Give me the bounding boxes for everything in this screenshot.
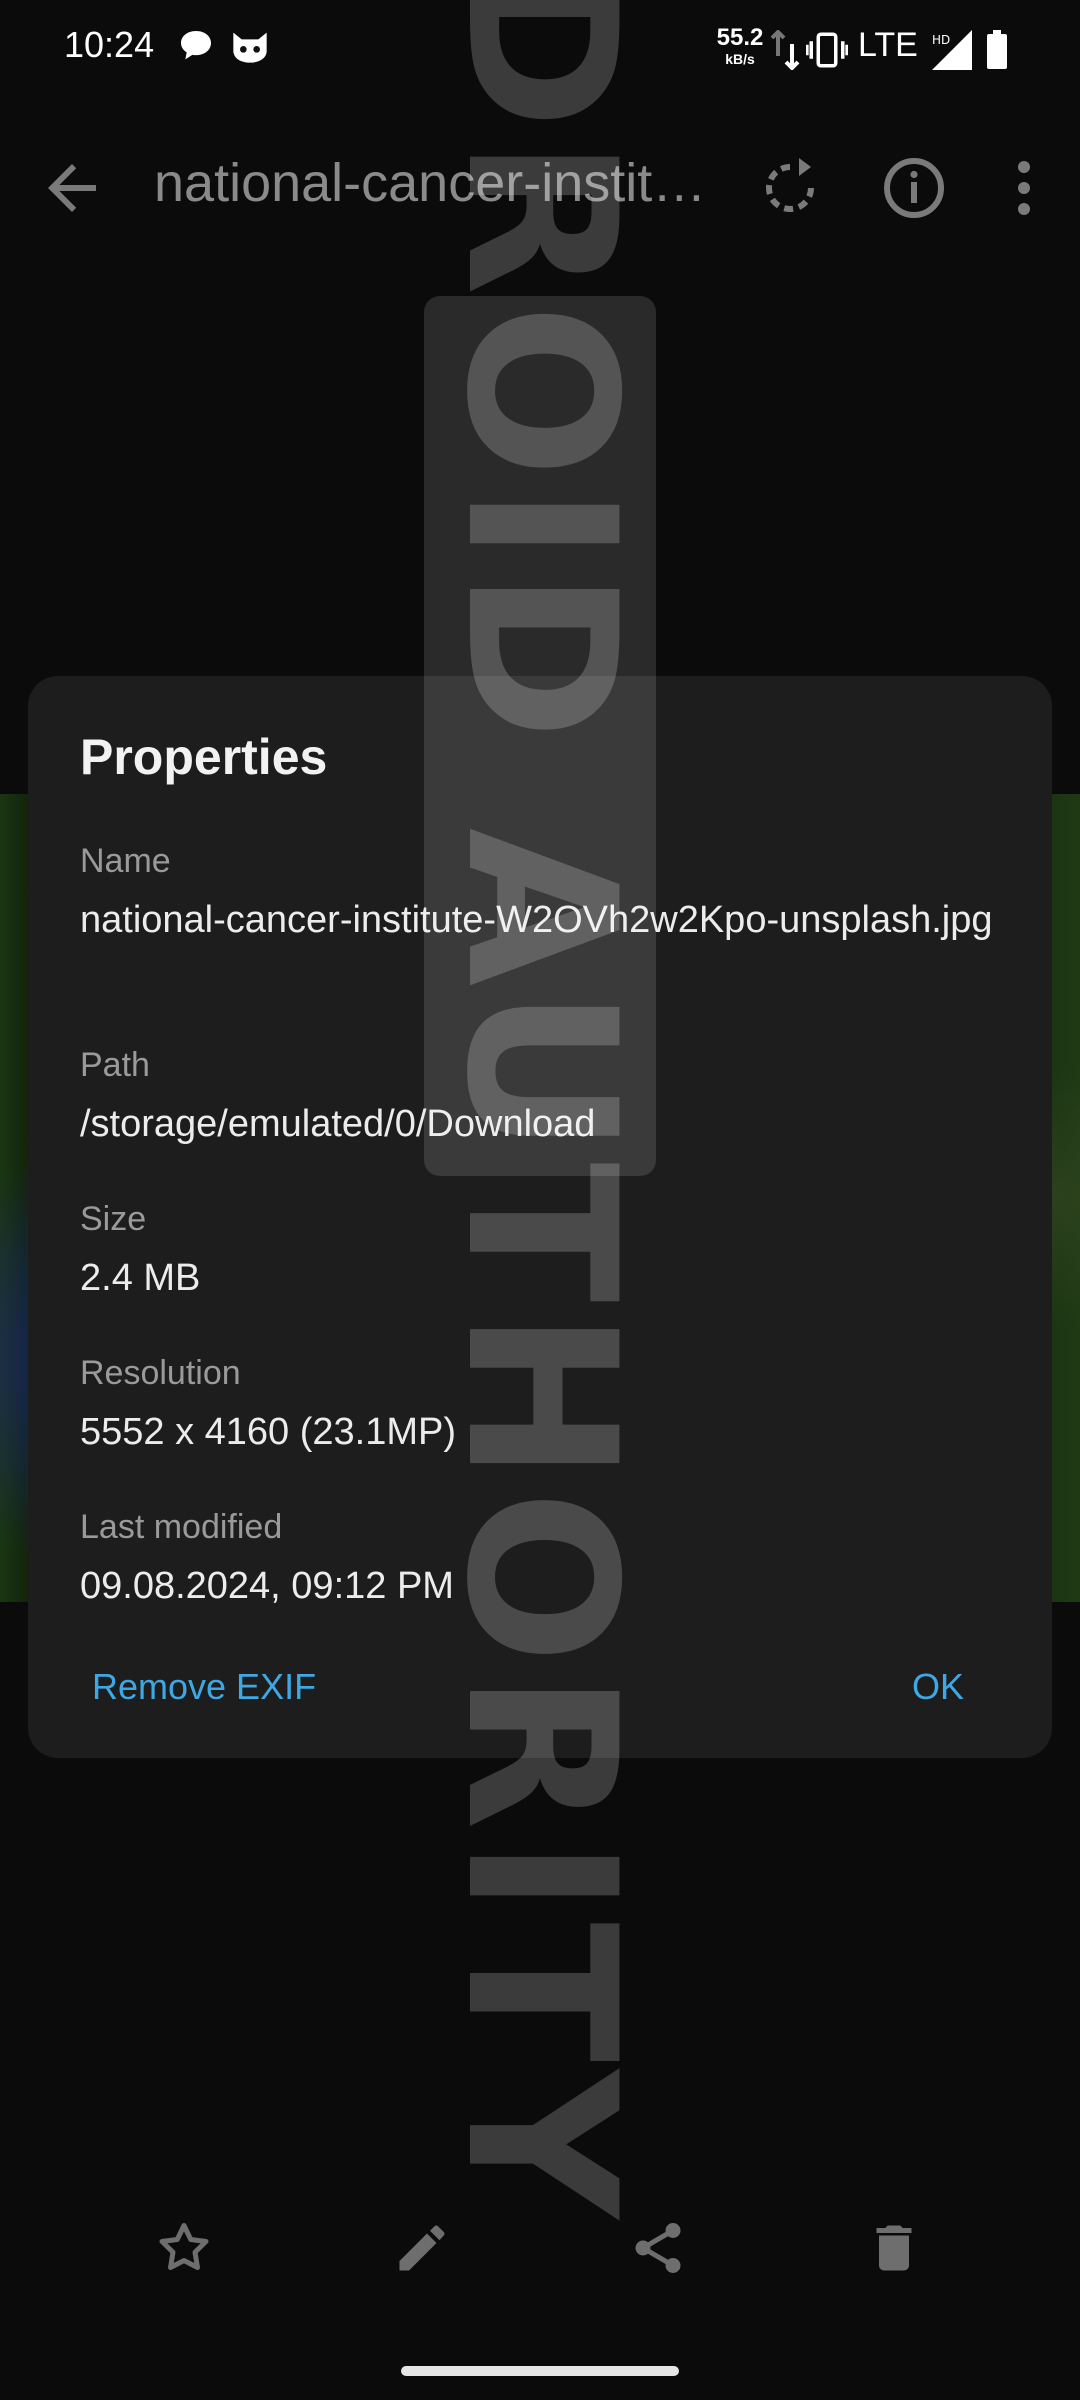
share-icon [628,2223,688,2282]
last-modified-label: Last modified [80,1508,283,1546]
resolution-label: Resolution [80,1354,241,1392]
info-icon [878,158,950,228]
status-time: 10:24 [64,24,155,65]
vibrate-icon [805,30,849,75]
more-vert-icon [988,161,1060,228]
battery-icon [986,30,1008,75]
edit-button[interactable] [392,2218,452,2278]
more-options-button[interactable] [988,152,1060,224]
ok-button[interactable]: OK [912,1666,964,1708]
back-arrow-icon [36,164,108,228]
dialog-title: Properties [80,729,328,785]
rotate-button[interactable] [754,152,826,224]
rotate-icon [754,158,826,228]
signal-icon: HD [932,30,972,75]
edit-pencil-icon [392,2225,452,2282]
net-speed: 55.2 kB/s [712,24,768,67]
data-updown-icon [770,29,800,75]
size-label: Size [80,1200,147,1238]
cat-app-icon [228,26,272,71]
delete-icon [864,2225,924,2282]
back-button[interactable] [36,152,108,224]
favorite-button[interactable] [154,2218,214,2278]
net-speed-unit: kB/s [725,51,755,67]
path-label: Path [80,1046,150,1084]
delete-button[interactable] [864,2218,924,2278]
net-speed-value: 55.2 [716,24,764,51]
network-type: LTE [858,26,918,64]
hd-badge: HD [932,33,950,47]
name-label: Name [80,842,171,880]
chat-bubble-icon [176,26,216,71]
remove-exif-button[interactable]: Remove EXIF [92,1666,316,1708]
screen: 10:24 55.2 kB/s LTE HD national-cancer-i… [0,0,1080,2400]
watermark-text: ANDROID AUTHORITY [421,0,659,2227]
share-button[interactable] [628,2218,688,2278]
home-indicator[interactable] [401,2366,679,2376]
star-icon [154,2223,214,2282]
info-button[interactable] [878,152,950,224]
